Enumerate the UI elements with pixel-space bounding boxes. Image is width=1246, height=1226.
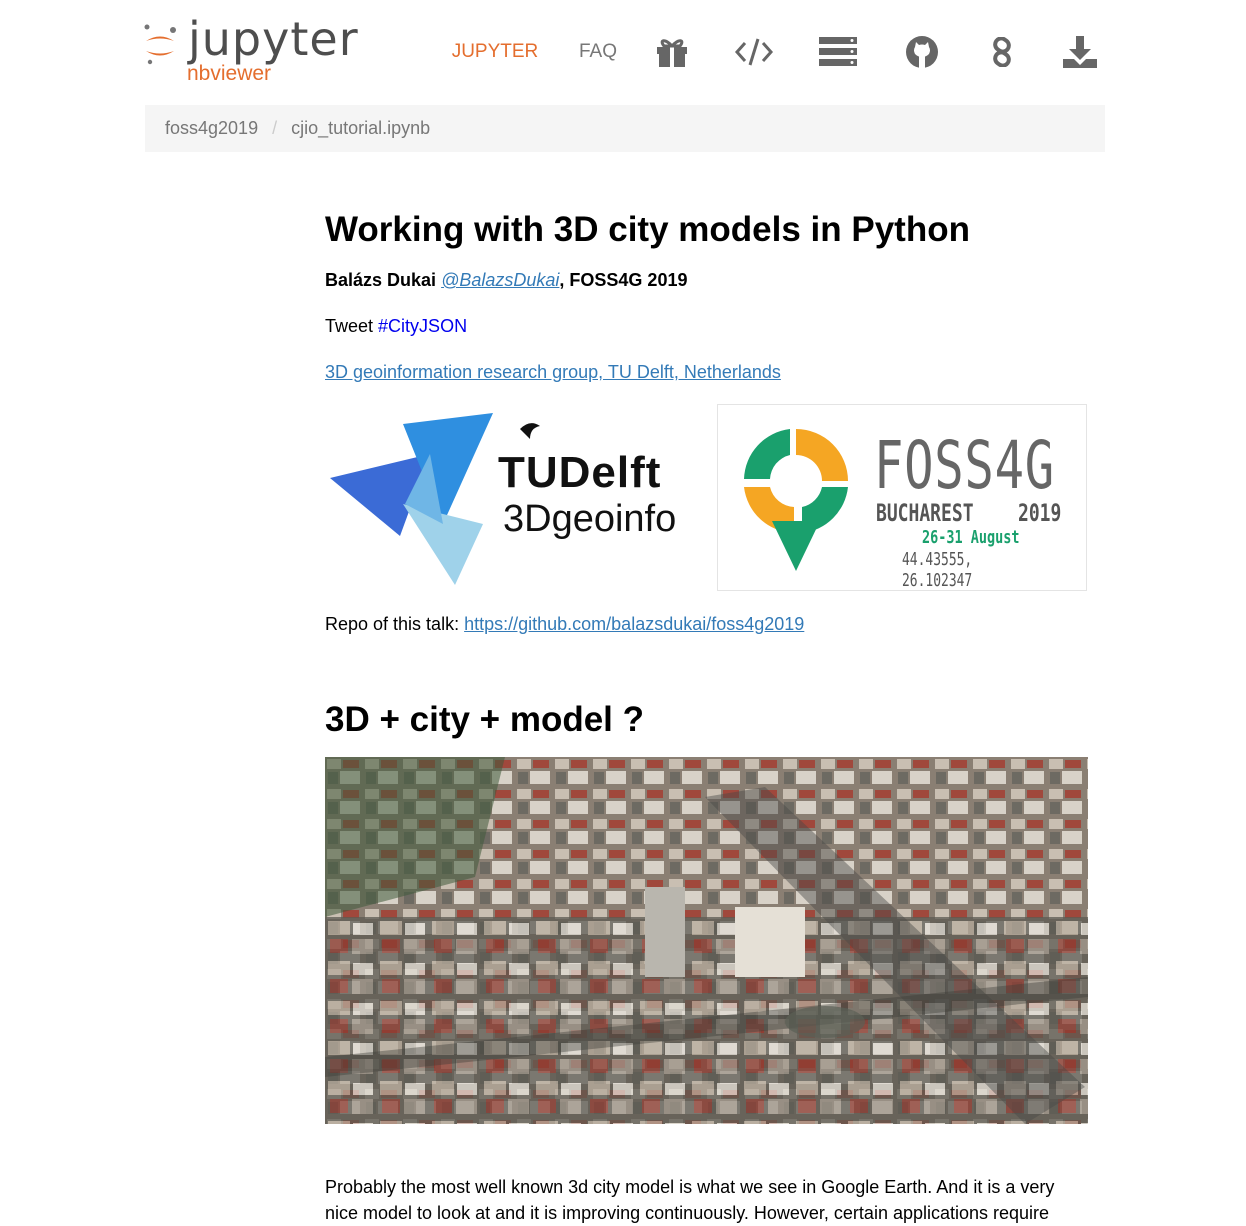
server-icon[interactable] <box>816 30 860 74</box>
brand-name: jupyter <box>188 12 359 66</box>
github-icon[interactable] <box>902 30 942 74</box>
foss4g-logo-image: FOSS4G BUCHAREST 2019 26-31 August 44.43… <box>717 404 1087 591</box>
tudelft-logo-image: TUDelft 3Dgeoinfo <box>325 404 695 591</box>
page-title: Working with 3D city models in Python <box>325 210 970 249</box>
aerial-city-image <box>325 757 1088 1124</box>
foss4g-logo-dates: 26-31 August <box>922 527 1020 548</box>
author-handle-link[interactable]: @BalazsDukai <box>441 270 559 290</box>
brand-sub: nbviewer <box>187 62 272 85</box>
group-line: 3D geoinformation research group, TU Del… <box>325 362 781 383</box>
breadcrumb: foss4g2019 / cjio_tutorial.ipynb <box>145 105 1105 152</box>
author-name: Balázs Dukai <box>325 270 437 290</box>
jupyter-logo[interactable]: jupyter nbviewer <box>143 12 373 94</box>
top-nav: JUPYTER FAQ <box>440 30 1106 74</box>
download-icon[interactable] <box>1060 30 1100 74</box>
jupyter-logo-icon <box>144 24 176 65</box>
breadcrumb-separator: / <box>272 118 278 138</box>
body-paragraph: Probably the most well known 3d city mod… <box>325 1177 1055 1223</box>
foss4g-logo-city: BUCHAREST <box>876 499 974 527</box>
author-event: , FOSS4G 2019 <box>559 270 688 290</box>
author-line: Balázs Dukai @BalazsDukai, FOSS4G 2019 <box>325 270 687 291</box>
breadcrumb-parent[interactable]: foss4g2019 <box>165 118 258 139</box>
repo-link[interactable]: https://github.com/balazsdukai/foss4g201… <box>464 614 804 634</box>
repo-line: Repo of this talk: https://github.com/ba… <box>325 614 804 635</box>
tudelft-logo-line1: TUDelft <box>498 448 662 497</box>
section-heading: 3D + city + model ? <box>325 700 644 739</box>
tweet-line: Tweet #CityJSON <box>325 316 467 337</box>
link-icon[interactable] <box>982 30 1022 74</box>
gift-icon[interactable] <box>652 30 692 74</box>
nav-faq[interactable]: FAQ <box>570 30 626 74</box>
group-link[interactable]: 3D geoinformation research group, TU Del… <box>325 362 781 382</box>
breadcrumb-current: cjio_tutorial.ipynb <box>291 118 431 138</box>
repo-label: Repo of this talk: <box>325 614 460 634</box>
tudelft-logo-line2: 3Dgeoinfo <box>503 498 677 540</box>
tweet-label: Tweet <box>325 316 374 336</box>
nav-jupyter[interactable]: JUPYTER <box>450 30 540 74</box>
hashtag-link[interactable]: #CityJSON <box>378 316 467 336</box>
foss4g-logo-year: 2019 <box>1018 499 1062 527</box>
foss4g-logo-title: FOSS4G <box>874 427 1055 504</box>
code-icon[interactable] <box>732 30 776 74</box>
foss4g-logo-coords: 44.43555, 26.102347 <box>902 549 973 591</box>
